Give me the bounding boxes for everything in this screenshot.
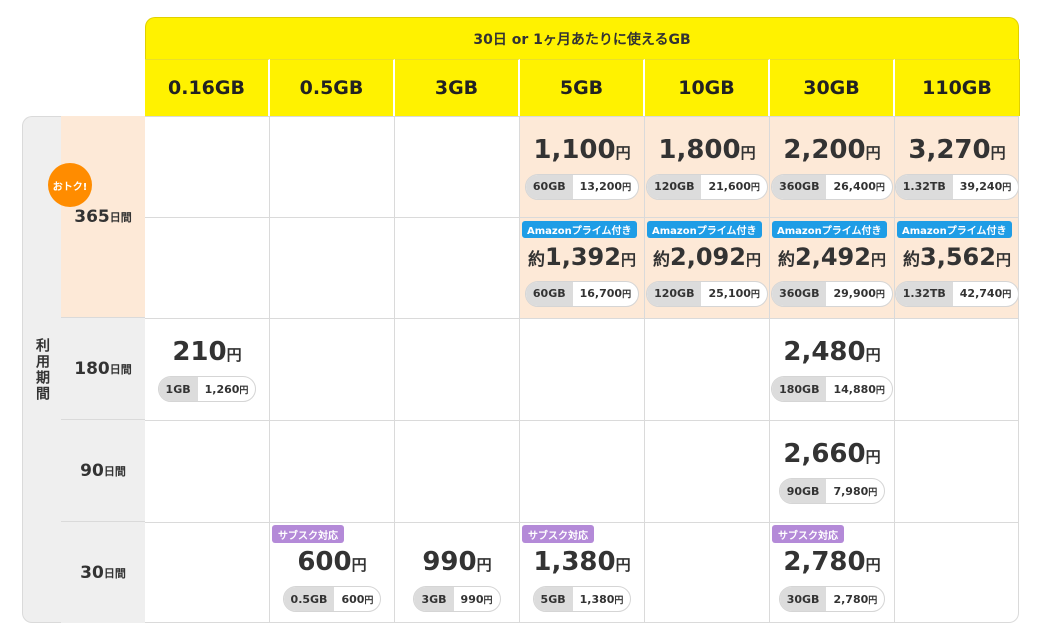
data-total-pill: 60GB 16,700 円 <box>524 280 640 307</box>
amazon-prime-tag: Amazonプライム付き <box>772 221 887 238</box>
empty-cell <box>270 421 395 523</box>
duration-num: 180 <box>74 358 110 379</box>
data-total-pill: 360GB 26,400 円 <box>771 173 893 200</box>
size-header: 3GB <box>395 59 520 116</box>
empty-cell <box>645 421 770 523</box>
price: 210円 <box>172 337 242 367</box>
data-total-pill: 120GB 21,600 円 <box>646 173 768 200</box>
empty-cell <box>395 421 520 523</box>
empty-cell <box>145 523 270 622</box>
plan-cell-180-016gb: 210円 1GB 1,260 円 <box>145 319 270 421</box>
price: 1,100円 <box>533 134 631 165</box>
data-total-pill: 180GB 14,880 円 <box>771 376 893 402</box>
duration-unit: 日間 <box>103 566 126 580</box>
data-total-pill: 3GB 990 円 <box>413 586 501 612</box>
price: 3,270円 <box>908 134 1006 165</box>
usage-period-label: 利用期間 <box>34 337 50 402</box>
empty-cell <box>895 421 1018 523</box>
price-grid: 1,100円 60GB 13,200 円 1,800円 120GB 21,600 円 2… <box>145 116 1019 623</box>
amazon-prime-tag: Amazonプライム付き <box>647 221 762 238</box>
data-total-pill: 30GB 2,780 円 <box>778 586 886 612</box>
duration-90: 90 日間 <box>61 420 145 522</box>
price: 600円 <box>297 547 367 577</box>
plan-cell-365-110gb: 3,270円 1.32TB 39,240 円 <box>894 117 1018 218</box>
empty-cell <box>145 117 270 218</box>
duration-180: 180 日間 <box>61 318 145 420</box>
empty-cell <box>270 218 395 319</box>
empty-cell <box>270 319 395 421</box>
data-total-pill: 90GB 7,980 円 <box>778 478 886 504</box>
amazon-prime-tag: Amazonプライム付き <box>897 221 1012 238</box>
plan-cell-365-10gb: 1,800円 120GB 21,600 円 <box>645 117 770 218</box>
size-header-row: 0.16GB 0.5GB 3GB 5GB 10GB 30GB 110GB <box>145 59 1020 116</box>
duration-30: 30 日間 <box>61 522 145 623</box>
duration-unit: 日間 <box>109 210 132 224</box>
empty-cell <box>395 319 520 421</box>
duration-unit: 日間 <box>103 464 126 478</box>
price: 約3,562円 <box>903 242 1011 271</box>
size-header: 30GB <box>770 59 895 116</box>
plan-cell-180-30gb: 2,480円 180GB 14,880 円 <box>770 319 895 421</box>
price: 990円 <box>422 547 492 577</box>
plan-cell-365-30gb: 2,200円 360GB 26,400 円 <box>770 117 895 218</box>
price: 2,480円 <box>783 337 881 367</box>
price: 約1,392円 <box>528 242 636 271</box>
data-total-pill: 1GB 1,260 円 <box>157 376 257 402</box>
price: 約2,492円 <box>778 242 886 271</box>
duration-num: 90 <box>80 460 104 481</box>
size-header: 110GB <box>895 59 1020 116</box>
empty-cell <box>270 117 395 218</box>
duration-num: 30 <box>80 562 104 583</box>
plan-cell-90-30gb: 2,660円 90GB 7,980 円 <box>770 421 895 523</box>
table-header: 30日 or 1ヶ月あたりに使えるGB <box>145 17 1019 59</box>
empty-cell <box>645 319 770 421</box>
size-header: 0.5GB <box>270 59 395 116</box>
empty-cell <box>895 319 1018 421</box>
otoku-badge: おトク! <box>48 163 92 207</box>
price: 1,800円 <box>658 134 756 165</box>
size-header: 5GB <box>520 59 645 116</box>
price: 2,200円 <box>783 134 881 165</box>
amazon-prime-tag: Amazonプライム付き <box>522 221 637 238</box>
price: 1,380円 <box>533 547 631 577</box>
duration-num: 365 <box>74 206 110 227</box>
data-total-pill: 0.5GB 600 円 <box>282 586 382 612</box>
data-total-pill: 60GB 13,200 円 <box>524 173 640 200</box>
duration-365: 365 日間 <box>61 116 145 318</box>
data-total-pill: 360GB 29,900 円 <box>771 280 893 307</box>
empty-cell <box>395 218 520 319</box>
price: 約2,092円 <box>653 242 761 271</box>
size-header: 0.16GB <box>145 59 270 116</box>
empty-cell <box>520 421 645 523</box>
subscription-tag: サブスク対応 <box>772 525 844 543</box>
size-header: 10GB <box>645 59 770 116</box>
subscription-tag: サブスク対応 <box>272 525 344 543</box>
data-total-pill: 5GB 1,380 円 <box>532 586 632 612</box>
empty-cell <box>895 523 1018 622</box>
subscription-tag: サブスク対応 <box>522 525 594 543</box>
price: 2,660円 <box>783 439 881 469</box>
plan-cell-30-3gb: 990円 3GB 990 円 <box>395 523 520 622</box>
data-total-pill: 1.32TB 42,740 円 <box>894 280 1018 307</box>
data-total-pill: 120GB 25,100 円 <box>646 280 768 307</box>
price: 2,780円 <box>783 547 881 577</box>
data-total-pill: 1.32TB 39,240 円 <box>894 173 1018 200</box>
empty-cell <box>645 523 770 622</box>
empty-cell <box>520 319 645 421</box>
plan-cell-365-5gb: 1,100円 60GB 13,200 円 <box>520 117 645 218</box>
empty-cell <box>145 421 270 523</box>
duration-unit: 日間 <box>109 362 132 376</box>
empty-cell <box>145 218 270 319</box>
empty-cell <box>395 117 520 218</box>
